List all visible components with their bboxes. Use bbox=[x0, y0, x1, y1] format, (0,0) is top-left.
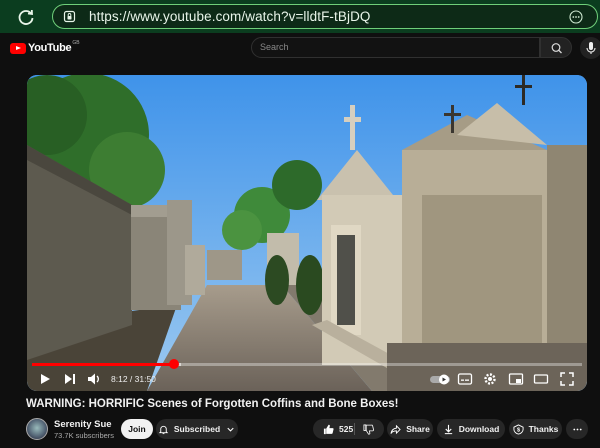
fullscreen-icon[interactable] bbox=[559, 371, 575, 387]
download-label: Download bbox=[458, 424, 500, 434]
miniplayer-icon[interactable] bbox=[508, 371, 524, 387]
channel-name[interactable]: Serenity Sue bbox=[54, 419, 112, 430]
autoplay-toggle-icon[interactable] bbox=[429, 371, 451, 387]
like-dislike-group: 525 bbox=[313, 419, 384, 439]
play-icon[interactable] bbox=[37, 371, 53, 387]
more-options-icon[interactable] bbox=[569, 10, 583, 24]
subscribed-button[interactable]: Subscribed bbox=[156, 419, 238, 439]
svg-text:$: $ bbox=[517, 427, 520, 433]
share-button[interactable]: Share bbox=[387, 419, 433, 439]
download-button[interactable]: Download bbox=[437, 419, 505, 439]
youtube-play-icon bbox=[10, 42, 26, 54]
volume-icon[interactable] bbox=[86, 371, 102, 387]
subscriber-count: 73.7K subscribers bbox=[54, 431, 115, 440]
chevron-down-icon bbox=[227, 427, 234, 432]
search-input[interactable]: Search bbox=[251, 37, 540, 58]
reload-icon[interactable] bbox=[16, 7, 36, 27]
player-controls: 8:12 / 31:50 bbox=[27, 367, 587, 391]
search-button[interactable] bbox=[540, 37, 572, 58]
join-button[interactable]: Join bbox=[121, 419, 153, 439]
share-arrow-icon bbox=[390, 424, 401, 434]
search-placeholder: Search bbox=[260, 42, 289, 52]
channel-avatar[interactable] bbox=[26, 418, 48, 440]
address-bar[interactable]: https://www.youtube.com/watch?v=lldtF-tB… bbox=[52, 4, 598, 29]
video-title: WARNING: HORRIFIC Scenes of Forgotten Co… bbox=[26, 398, 399, 410]
thumbs-down-icon[interactable] bbox=[363, 424, 374, 435]
browser-toolbar: https://www.youtube.com/watch?v=lldtF-tB… bbox=[0, 0, 600, 33]
search-icon bbox=[551, 43, 562, 54]
thumbs-up-icon[interactable] bbox=[323, 424, 334, 435]
download-icon bbox=[444, 424, 452, 434]
video-frame bbox=[27, 75, 587, 391]
next-icon[interactable] bbox=[62, 371, 78, 387]
share-label: Share bbox=[406, 424, 430, 434]
subscribed-label: Subscribed bbox=[173, 424, 221, 434]
subtitles-icon[interactable] bbox=[457, 371, 473, 387]
settings-gear-icon[interactable] bbox=[482, 371, 498, 387]
join-label: Join bbox=[128, 424, 146, 434]
voice-search-button[interactable] bbox=[580, 37, 600, 59]
logo-text: YouTube bbox=[28, 42, 72, 54]
like-count[interactable]: 525 bbox=[339, 424, 353, 434]
thanks-label: Thanks bbox=[528, 424, 559, 434]
youtube-header: YouTube GB Search bbox=[0, 33, 600, 63]
microphone-icon bbox=[586, 42, 596, 54]
time-display: 8:12 / 31:50 bbox=[111, 374, 156, 384]
url-text[interactable]: https://www.youtube.com/watch?v=lldtF-tB… bbox=[89, 9, 371, 24]
progress-fill bbox=[32, 363, 174, 366]
like-divider bbox=[354, 423, 355, 435]
thanks-button[interactable]: $ Thanks bbox=[509, 419, 562, 439]
super-thanks-icon: $ bbox=[513, 423, 524, 435]
region-code: GB bbox=[72, 40, 80, 46]
progress-bar[interactable] bbox=[32, 359, 582, 369]
more-actions-button[interactable] bbox=[566, 419, 588, 439]
youtube-logo[interactable]: YouTube GB bbox=[10, 40, 80, 54]
theater-mode-icon[interactable] bbox=[533, 371, 549, 387]
lock-icon[interactable] bbox=[63, 10, 76, 23]
more-horizontal-icon bbox=[572, 428, 582, 430]
video-player[interactable]: 8:12 / 31:50 bbox=[27, 75, 587, 391]
bell-icon bbox=[158, 425, 169, 434]
